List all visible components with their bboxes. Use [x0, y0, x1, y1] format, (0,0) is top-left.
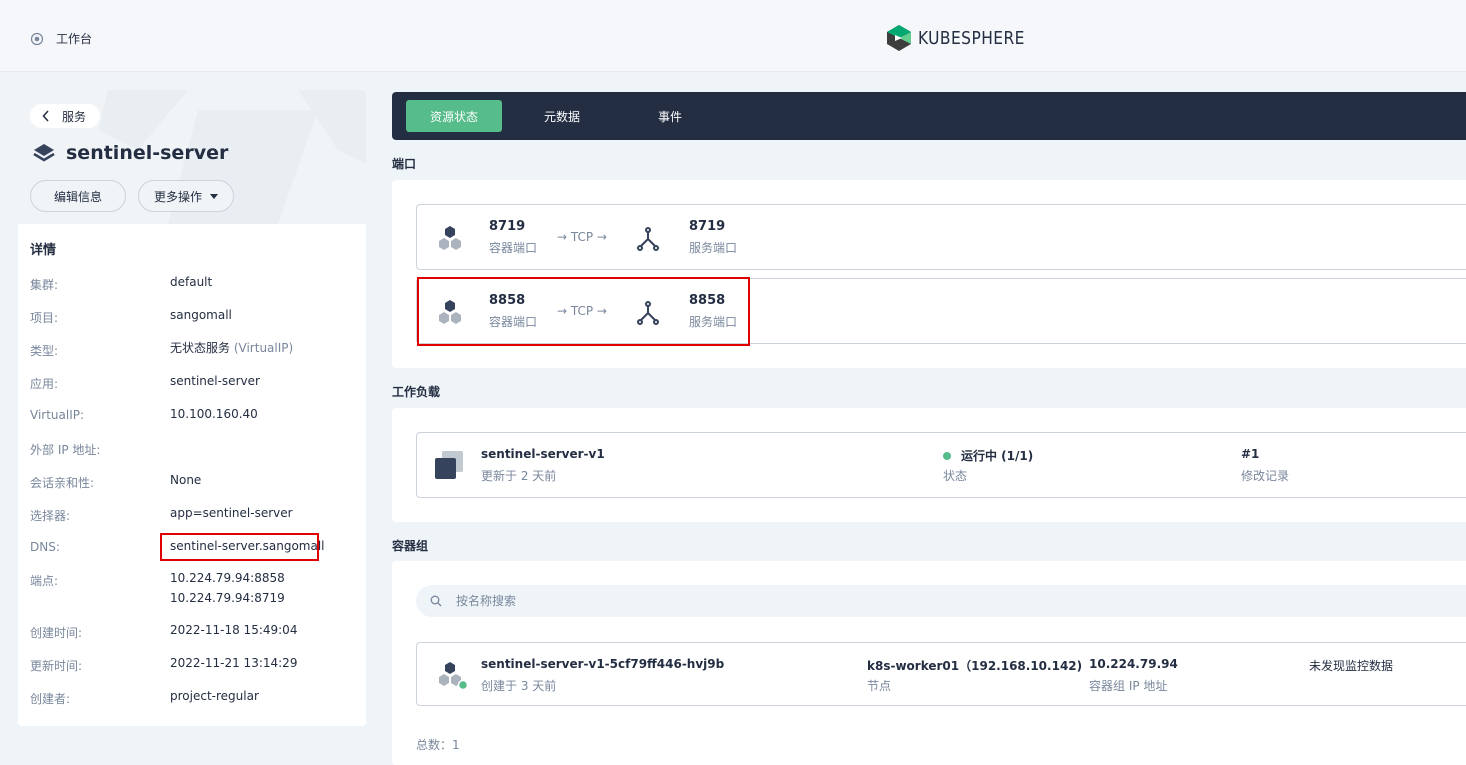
service-name: sentinel-server	[66, 142, 229, 164]
workload-updated: 更新于 2 天前	[481, 469, 557, 483]
edit-info-label: 编辑信息	[53, 189, 102, 204]
kubesphere-logo-icon	[887, 25, 911, 51]
service-port-icon	[637, 227, 659, 251]
detail-key: 项目:	[30, 311, 59, 325]
endpoint-value: 10.224.79.94:8858	[170, 571, 285, 585]
more-actions-button[interactable]: 更多操作	[138, 180, 234, 212]
detail-key: VirtualIP:	[30, 408, 85, 422]
detail-value: app=sentinel-server	[170, 506, 293, 520]
tab-events[interactable]: 事件	[626, 100, 714, 132]
detail-value: sangomall	[170, 308, 232, 322]
workload-section-label: 工作负载	[392, 385, 441, 399]
container-port-icon	[439, 226, 461, 250]
search-icon	[430, 595, 442, 607]
edit-info-button[interactable]: 编辑信息	[30, 180, 126, 212]
tabs-bar: 资源状态 元数据 事件	[392, 92, 1466, 140]
back-to-services-button[interactable]: 服务	[30, 104, 101, 128]
detail-key: DNS:	[30, 540, 60, 554]
pods-total: 总数：1	[416, 738, 460, 752]
detail-key: 集群:	[30, 278, 59, 292]
workbench-icon	[30, 32, 44, 45]
type-extra: (VirtualIP)	[233, 341, 294, 355]
revision-number: #1	[1241, 447, 1260, 461]
revision-label: 修改记录	[1241, 469, 1290, 483]
service-port-label: 服务端口	[689, 241, 738, 255]
pod-node: k8s-worker01（192.168.10.142)	[867, 659, 1083, 673]
ports-card: 8719 容器端口 → TCP → 8719 服务端口 8858 容器端口 → …	[392, 180, 1466, 368]
details-title: 详情	[30, 243, 57, 258]
ports-section-label: 端口	[392, 157, 417, 171]
pod-search-bar[interactable]	[416, 585, 1466, 617]
workbench-link[interactable]: 工作台	[30, 30, 92, 47]
pod-monitor-status: 未发现监控数据	[1309, 659, 1394, 673]
more-actions-label: 更多操作	[153, 189, 202, 204]
status-label: 状态	[943, 469, 968, 483]
pod-search-input[interactable]	[456, 594, 856, 608]
detail-value: 2022-11-18 15:49:04	[170, 623, 298, 637]
detail-value: 10.100.160.40	[170, 407, 258, 421]
detail-key: 外部 IP 地址:	[30, 443, 101, 457]
chevron-left-icon	[42, 110, 49, 122]
tab-resource-status[interactable]: 资源状态	[406, 100, 502, 132]
port-item: 8719 容器端口 → TCP → 8719 服务端口	[416, 204, 1466, 270]
detail-value: sentinel-server	[170, 374, 260, 388]
workload-status: 运行中 (1/1)	[943, 447, 1033, 464]
detail-value: 2022-11-21 13:14:29	[170, 656, 298, 670]
pod-icon	[439, 662, 469, 691]
dns-highlight-box	[160, 533, 319, 561]
detail-key: 选择器:	[30, 509, 71, 523]
caret-down-icon	[210, 193, 218, 199]
detail-key: 应用:	[30, 377, 59, 391]
pod-ip: 10.224.79.94	[1089, 657, 1178, 671]
workload-item[interactable]: sentinel-server-v1 更新于 2 天前 运行中 (1/1) 状态…	[416, 432, 1466, 498]
tab-metadata[interactable]: 元数据	[518, 100, 606, 132]
service-icon	[33, 144, 55, 162]
workbench-label: 工作台	[56, 32, 93, 46]
service-detail-panel: 服务 sentinel-server 编辑信息 更多操作 详情 集群: defa…	[18, 90, 366, 726]
service-header: 服务 sentinel-server 编辑信息 更多操作	[18, 90, 366, 224]
service-port-number: 8719	[689, 219, 726, 234]
endpoint-value: 10.224.79.94:8719	[170, 591, 285, 605]
workload-card: sentinel-server-v1 更新于 2 天前 运行中 (1/1) 状态…	[392, 408, 1466, 522]
detail-value: project-regular	[170, 689, 259, 703]
container-port-label: 容器端口	[489, 241, 538, 255]
pod-created: 创建于 3 天前	[481, 679, 557, 693]
detail-key: 创建者:	[30, 692, 71, 706]
port-highlight-box	[417, 277, 750, 346]
back-label: 服务	[62, 109, 87, 124]
detail-key: 会话亲和性:	[30, 476, 95, 490]
status-text: 运行中 (1/1)	[961, 449, 1034, 463]
protocol-label: → TCP →	[557, 230, 607, 244]
kubesphere-logo[interactable]: KUBESPHERE	[886, 24, 1042, 52]
deployment-icon	[435, 451, 463, 479]
detail-value: default	[170, 275, 213, 289]
pod-item[interactable]: sentinel-server-v1-5cf79ff446-hvj9b 创建于 …	[416, 642, 1466, 706]
pod-name[interactable]: sentinel-server-v1-5cf79ff446-hvj9b	[481, 657, 724, 671]
container-port-number: 8719	[489, 219, 526, 234]
pod-node-label: 节点	[867, 679, 892, 693]
detail-key: 类型:	[30, 344, 59, 358]
type-value: 无状态服务	[170, 341, 231, 355]
top-bar: 工作台 KUBESPHERE	[0, 0, 1466, 72]
detail-value: 无状态服务 (VirtualIP)	[170, 338, 293, 358]
service-title: sentinel-server	[32, 142, 228, 164]
status-dot-icon	[943, 451, 951, 460]
workload-name[interactable]: sentinel-server-v1	[481, 447, 605, 461]
detail-key: 更新时间:	[30, 659, 83, 673]
pods-card: sentinel-server-v1-5cf79ff446-hvj9b 创建于 …	[392, 561, 1466, 765]
detail-key: 端点:	[30, 574, 59, 588]
detail-value: None	[170, 473, 202, 487]
pods-section-label: 容器组	[392, 539, 429, 553]
logo-text: KUBESPHERE	[918, 27, 1025, 49]
detail-key: 创建时间:	[30, 626, 83, 640]
pod-ip-label: 容器组 IP 地址	[1089, 679, 1168, 693]
